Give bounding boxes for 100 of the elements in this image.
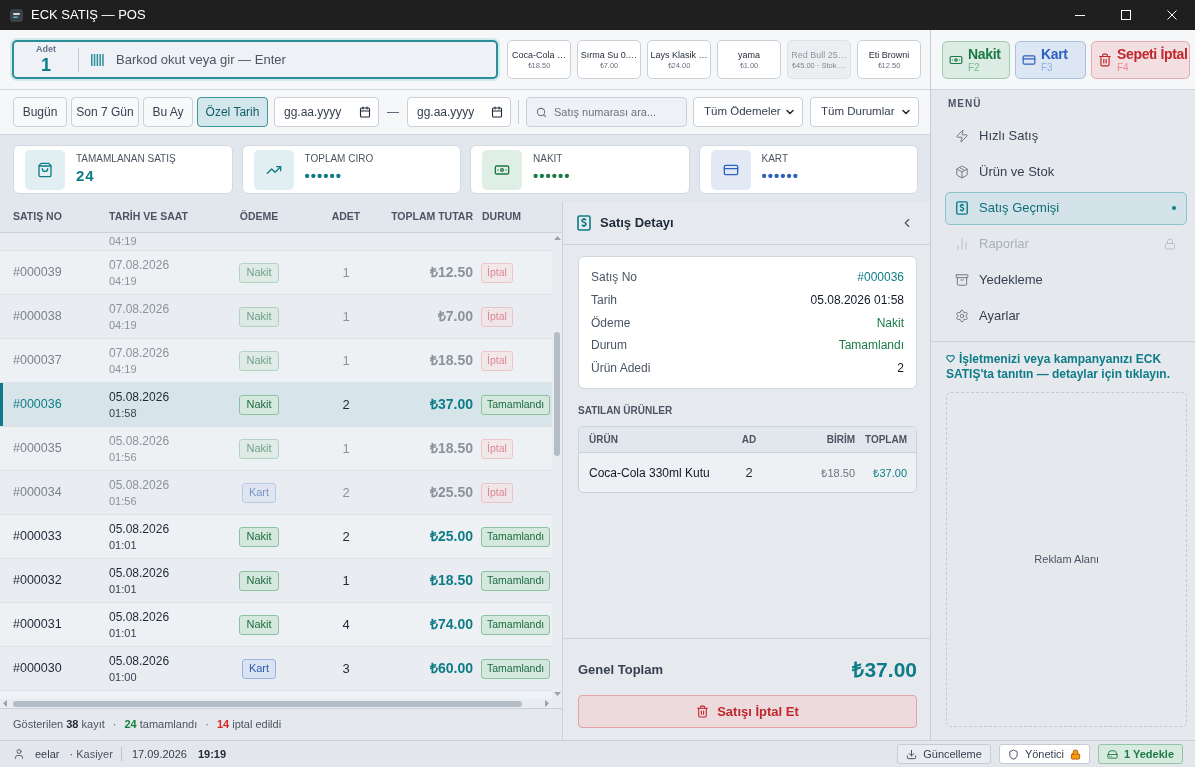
search-field[interactable]: Satış numarası ara... <box>526 97 687 127</box>
status-button[interactable]: Yönetici <box>998 744 1091 764</box>
period-button[interactable]: Özel Tarih <box>197 97 268 127</box>
payment-badge: Nakit <box>239 526 279 547</box>
period-button[interactable]: Son 7 Gün <box>71 97 139 127</box>
column-header: ÜRÜN <box>588 432 619 448</box>
archive-icon <box>955 273 969 287</box>
menu-item[interactable]: Ürün ve Stok <box>945 154 1188 190</box>
stat-label: KART <box>761 152 789 165</box>
barcode-input[interactable]: Barkod okut veya gir — Enter <box>116 49 488 70</box>
stat-value: 24 <box>76 166 96 186</box>
calendar-icon <box>359 106 371 118</box>
sale-number: #000031 <box>12 616 62 634</box>
sale-time: 01:01 <box>109 625 138 641</box>
dot-icon <box>1172 206 1177 210</box>
payment-badge: Nakit <box>239 350 279 371</box>
calendar-icon <box>491 106 503 118</box>
status-badge: Tamamlandı <box>481 570 551 591</box>
status-badge: İptal <box>481 306 513 327</box>
down-arrow-icon <box>553 692 561 696</box>
ad-area: Reklam Alanı <box>946 392 1188 727</box>
sales-row[interactable]: #000030 05.08.2026 01:00 Kart 3 ₺60.00 Tamamlandı <box>0 647 552 691</box>
sale-date: 05.08.2026 <box>109 608 170 625</box>
barcode-field[interactable]: Adet 1 Barkod okut veya gir — Enter <box>12 40 498 79</box>
sale-number: #000039 <box>12 264 62 282</box>
column-header: TOPLAM <box>863 433 908 448</box>
total-amount: ₺25.00 <box>429 527 474 546</box>
status-badge: Tamamlandı <box>481 614 551 635</box>
grand-total-label: Genel Toplam <box>578 661 663 680</box>
separator-dot: · <box>205 717 209 733</box>
status-button[interactable]: Güncelleme <box>897 744 991 764</box>
trash-icon <box>1098 52 1112 67</box>
sale-date: 05.08.2026 <box>109 520 170 537</box>
sales-row[interactable]: #000036 05.08.2026 01:58 Nakit 2 ₺37.00 Tamamlandı <box>0 383 552 427</box>
total-amount: ₺60.00 <box>429 659 474 678</box>
status-badge: Tamamlandı <box>481 658 551 679</box>
panel-title: Satış Detayı <box>600 214 674 233</box>
user-name: eelar <box>35 746 60 762</box>
payment-filter-select[interactable]: Tüm Ödemeler <box>693 97 803 127</box>
window-title: ECK SATIŞ — POS <box>31 6 146 25</box>
sale-time: 01:56 <box>109 449 138 465</box>
quantity-cell-text: 2 <box>342 395 350 414</box>
bar-chart-icon <box>955 237 969 251</box>
sale-time: 01:01 <box>109 581 138 597</box>
menu-item[interactable]: Hızlı Satış <box>945 118 1188 154</box>
payment-badge: Nakit <box>239 306 279 327</box>
payment-button[interactable]: Kart F3 <box>1015 40 1086 79</box>
period-button[interactable]: Bu Ay <box>143 97 193 127</box>
quantity-cell-text: 1 <box>342 439 350 458</box>
user-role: · Kasiyer <box>69 746 113 762</box>
status-time: 19:19 <box>197 746 227 762</box>
sales-row[interactable]: #000032 05.08.2026 01:01 Nakit 1 ₺18.50 Tamamlandı <box>0 559 552 603</box>
payment-button[interactable]: Sepeti İptal F4 <box>1091 40 1191 79</box>
payment-badge: Nakit <box>239 394 279 415</box>
payment-button[interactable]: Nakit F2 <box>942 40 1010 79</box>
status-badge: İptal <box>481 350 513 371</box>
menu-item[interactable]: Yedekleme <box>945 262 1188 298</box>
sale-time: 04:19 <box>108 235 137 249</box>
column-header: ADET <box>331 209 361 225</box>
sale-date: 05.08.2026 <box>109 476 170 493</box>
field-value: 05.08.2026 01:58 <box>810 292 904 310</box>
quantity-cell-text: 1 <box>342 307 350 326</box>
payment-badge: Nakit <box>239 614 279 635</box>
sale-number: #000036 <box>12 396 62 414</box>
status-badge: İptal <box>481 262 513 283</box>
column-header: TOPLAM TUTAR <box>391 209 474 225</box>
promo-link[interactable]: İşletmenizi veya kampanyanızı ECK SATIŞ'ta tanıtın — detaylar için tıklayın. <box>946 352 1188 382</box>
date-from-field[interactable]: gg.aa.yyyy <box>274 97 379 127</box>
maximize-icon <box>1121 10 1131 20</box>
grand-total-value: ₺37.00 <box>852 657 917 684</box>
app-logo-icon <box>10 8 23 22</box>
status-filter-select[interactable]: Tüm Durumlar <box>810 97 919 127</box>
cancel-sale-button[interactable]: Satışı İptal Et <box>578 695 917 728</box>
table-cell-text: 2 <box>744 464 754 483</box>
payment-badge: Nakit <box>239 438 279 459</box>
field-value: Tamamlandı <box>838 337 904 355</box>
status-button[interactable]: 1 Yedekle <box>1098 744 1183 764</box>
field-value: 2 <box>897 360 904 378</box>
table-cell-text: ₺18.50 <box>820 465 855 481</box>
quantity-cell-text: 1 <box>342 351 350 370</box>
period-button[interactable]: Bugün <box>13 97 67 127</box>
lock-icon <box>1070 748 1082 760</box>
quantity-cell-text: 2 <box>342 483 350 502</box>
quantity-cell-text: 1 <box>342 571 350 590</box>
sale-date: 07.08.2026 <box>109 256 170 273</box>
field-value: Nakit <box>876 314 904 332</box>
quantity-cell-text: 3 <box>342 659 350 678</box>
status-badge: Tamamlandı <box>481 394 551 415</box>
date-to-field[interactable]: gg.aa.yyyy <box>407 97 511 127</box>
stat-value: •••••• <box>304 166 343 186</box>
up-arrow-icon <box>553 236 561 240</box>
menu-item[interactable]: Satış Geçmişi <box>945 191 1188 225</box>
sale-number: #000038 <box>12 308 62 326</box>
sale-time: 01:01 <box>109 537 138 553</box>
dollar-document-icon <box>577 215 591 231</box>
payment-badge: Kart <box>241 482 277 503</box>
payment-badge: Kart <box>241 658 277 679</box>
menu-item[interactable]: Ayarlar <box>945 298 1188 334</box>
separator-dot: · <box>112 717 117 733</box>
sale-date: 05.08.2026 <box>109 652 170 669</box>
